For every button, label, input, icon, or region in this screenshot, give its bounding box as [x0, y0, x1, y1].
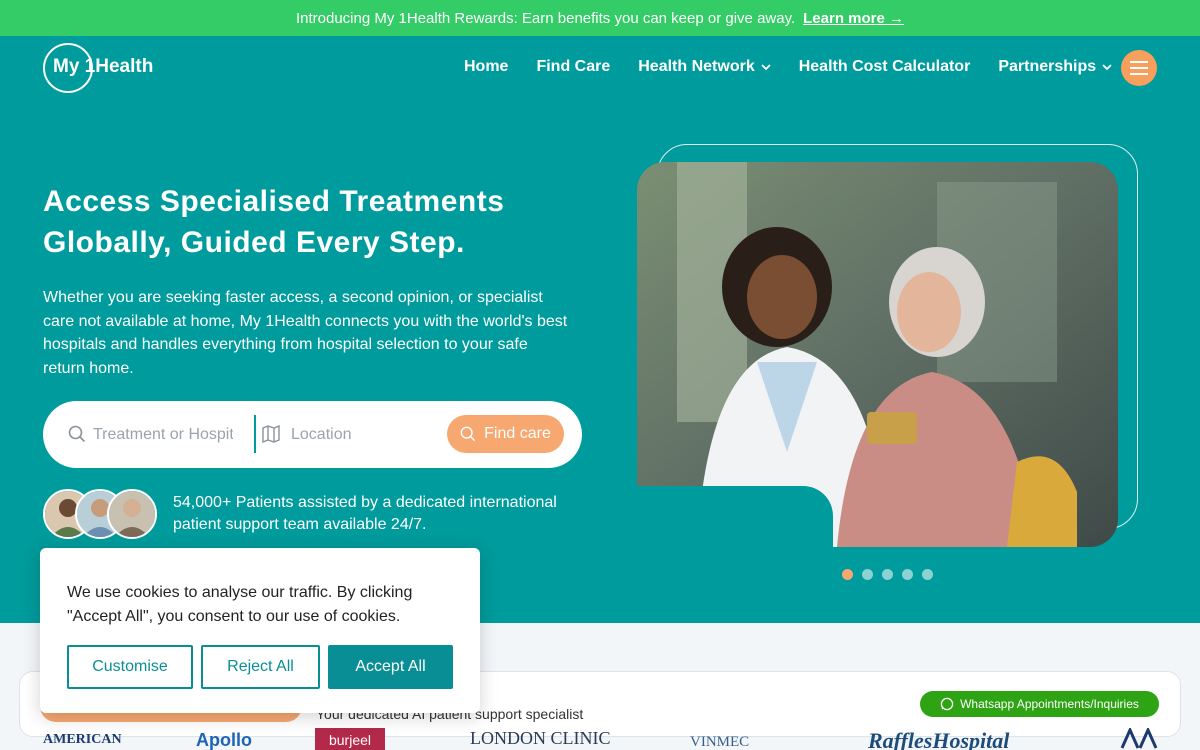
- search-icon: [68, 425, 86, 443]
- nav-health-network-label: Health Network: [638, 58, 755, 75]
- nav-health-network[interactable]: Health Network: [638, 58, 771, 76]
- carousel-dot[interactable]: [862, 569, 873, 580]
- customise-button[interactable]: Customise: [67, 645, 193, 689]
- hospital-logo: RafflesHospital: [868, 728, 1010, 750]
- logo[interactable]: My 1Health: [53, 56, 153, 78]
- nav-health-cost-calculator[interactable]: Health Cost Calculator: [799, 58, 971, 76]
- hero-description: Whether you are seeking faster access, a…: [43, 289, 568, 377]
- carousel-dots: [842, 569, 933, 580]
- hamburger-icon[interactable]: [1121, 50, 1157, 86]
- nav-partnerships[interactable]: Partnerships: [998, 58, 1112, 76]
- hero-section: My 1Health Home Find Care Health Network…: [0, 36, 1200, 623]
- find-care-button[interactable]: Find care: [447, 415, 564, 453]
- map-icon: [262, 425, 280, 443]
- nav-home[interactable]: Home: [464, 58, 508, 76]
- reject-all-button[interactable]: Reject All: [201, 645, 320, 689]
- hospital-logo: LONDON CLINIC: [470, 728, 611, 748]
- care-search-bar: Find care: [43, 401, 582, 468]
- location-input[interactable]: [291, 423, 431, 447]
- chevron-down-icon: [1102, 64, 1112, 71]
- carousel-dot[interactable]: [882, 569, 893, 580]
- hospital-logo: Apollo: [196, 730, 252, 750]
- accept-all-button[interactable]: Accept All: [328, 645, 453, 689]
- patient-avatars: [43, 489, 163, 541]
- cookie-text: We use cookies to analyse our traffic. B…: [67, 584, 413, 625]
- hospital-logo: burjeel: [315, 728, 385, 750]
- hospital-logos-strip: AMERICAN Apollo burjeel LONDON CLINIC VI…: [0, 728, 1200, 750]
- find-care-label: Find care: [484, 425, 551, 442]
- cookie-banner: We use cookies to analyse our traffic. B…: [40, 548, 480, 713]
- avatar: [107, 489, 157, 539]
- nav-find-care-label: Find Care: [536, 58, 611, 75]
- nav-partnerships-label: Partnerships: [998, 58, 1097, 75]
- hospital-logo: AMERICAN: [43, 732, 122, 747]
- carousel-dot[interactable]: [902, 569, 913, 580]
- announcement-text: Introducing My 1Health Rewards: Earn ben…: [295, 9, 796, 27]
- patients-assisted-text: 54,000+ Patients assisted by a dedicated…: [173, 494, 557, 533]
- photo-notch: [637, 486, 833, 547]
- whatsapp-button[interactable]: Whatsapp Appointments/Inquiries: [920, 691, 1159, 717]
- whatsapp-label: Whatsapp Appointments/Inquiries: [960, 697, 1139, 711]
- treatment-search-input[interactable]: [93, 423, 233, 447]
- search-icon: [460, 426, 476, 442]
- announcement-bar: Introducing My 1Health Rewards: Earn ben…: [0, 0, 1200, 36]
- title-line-1: Access Specialised Treatments: [43, 185, 505, 218]
- page-title: Access Specialised Treatments Globally, …: [43, 181, 603, 263]
- hospital-logo-mark: [1120, 728, 1158, 749]
- learn-more-link[interactable]: Learn more →: [803, 10, 904, 27]
- carousel-dot[interactable]: [922, 569, 933, 580]
- nav-find-care[interactable]: Find Care: [536, 58, 610, 76]
- carousel-dot[interactable]: [842, 569, 853, 580]
- chevron-down-icon: [761, 64, 771, 71]
- search-divider: [254, 415, 256, 453]
- hospital-logo: VINMEC: [690, 734, 750, 750]
- main-nav: Home Find Care Health Network Health Cos…: [464, 58, 1112, 76]
- nav-cost-label: Health Cost Calculator: [798, 58, 971, 75]
- title-line-2: Globally, Guided Every Step.: [43, 226, 465, 259]
- nav-home-label: Home: [464, 58, 509, 75]
- whatsapp-icon: [940, 697, 954, 711]
